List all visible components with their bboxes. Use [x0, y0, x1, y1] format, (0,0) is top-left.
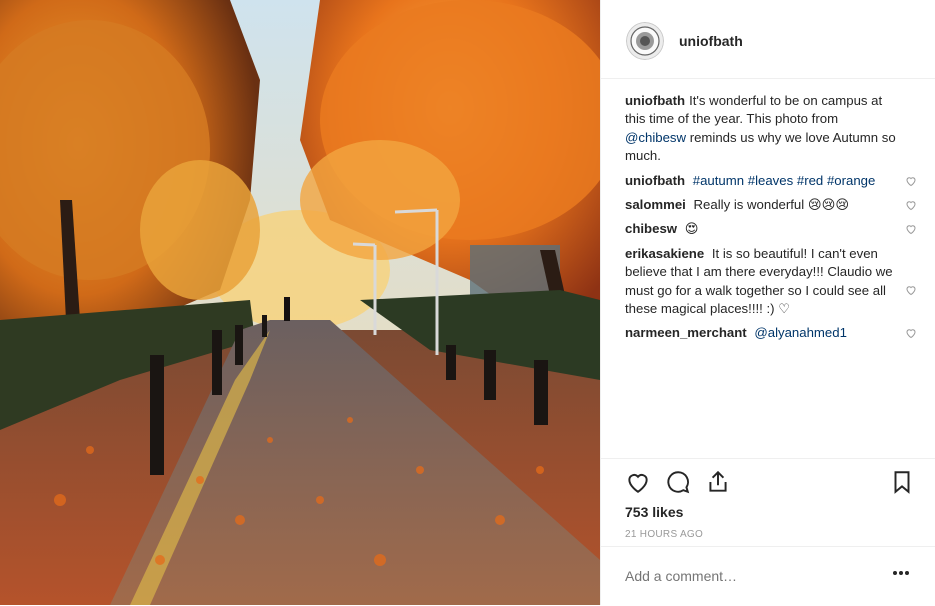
comment-item: chibesw 😍 — [625, 220, 917, 238]
hashtag-link[interactable]: #orange — [827, 173, 875, 188]
add-comment-bar — [601, 546, 935, 606]
like-comment-heart-icon[interactable] — [905, 199, 917, 211]
post-username[interactable]: uniofbath — [679, 33, 743, 49]
more-options-icon[interactable] — [892, 568, 910, 578]
comment-item: uniofbath #autumn #leaves #red #orange — [625, 172, 917, 190]
like-comment-heart-icon[interactable] — [905, 284, 917, 296]
autumn-path-photo — [0, 0, 600, 605]
comment-user[interactable]: narmeen_merchant — [625, 325, 747, 340]
comment-user[interactable]: uniofbath — [625, 173, 685, 188]
post-time: 21 HOURS AGO — [625, 529, 704, 540]
like-comment-heart-icon[interactable] — [905, 223, 917, 235]
comment-emoji: 😍 — [684, 221, 699, 237]
caption-user[interactable]: uniofbath — [625, 93, 685, 108]
comment-user[interactable]: salommei — [625, 197, 686, 212]
comment-user[interactable]: chibesw — [625, 221, 677, 236]
hashtag-link[interactable]: #leaves — [748, 173, 793, 188]
university-crest-icon — [626, 22, 664, 60]
hashtag-link[interactable]: #autumn — [693, 173, 744, 188]
post-details-panel: uniofbath uniofbath It's wonderful to be … — [600, 0, 935, 605]
comment-item: salommei Really is wonderful 😢😢😢 — [625, 196, 917, 214]
post-caption: uniofbath It's wonderful to be on campus … — [625, 92, 915, 166]
comments-list: uniofbath It's wonderful to be on campus … — [625, 92, 917, 349]
post-header: uniofbath — [601, 0, 935, 79]
post-photo[interactable] — [0, 0, 600, 605]
comment-emoji: ♡ — [778, 301, 791, 317]
caption-mention[interactable]: @chibesw — [625, 130, 686, 145]
comment-icon[interactable] — [665, 469, 691, 495]
comment-emoji: 😢😢😢 — [807, 197, 850, 213]
comment-suffix: :) — [766, 301, 775, 317]
comment-item: narmeen_merchant @alyanahmed1 — [625, 324, 917, 342]
comment-text: Really is wonderful — [693, 197, 805, 213]
add-comment-input[interactable] — [625, 568, 865, 584]
heart-icon[interactable] — [625, 469, 651, 495]
like-count[interactable]: 753 likes — [625, 504, 683, 520]
comment-mention[interactable]: @alyanahmed1 — [754, 325, 847, 340]
comment-user[interactable]: erikasakiene — [625, 246, 704, 261]
avatar[interactable] — [626, 22, 664, 60]
comment-item: erikasakiene It is so beautiful! I can't… — [625, 245, 917, 319]
share-icon[interactable] — [705, 469, 731, 495]
like-comment-heart-icon[interactable] — [905, 327, 917, 339]
bookmark-icon[interactable] — [889, 469, 915, 495]
like-comment-heart-icon[interactable] — [905, 175, 917, 187]
hashtag-link[interactable]: #red — [797, 173, 823, 188]
